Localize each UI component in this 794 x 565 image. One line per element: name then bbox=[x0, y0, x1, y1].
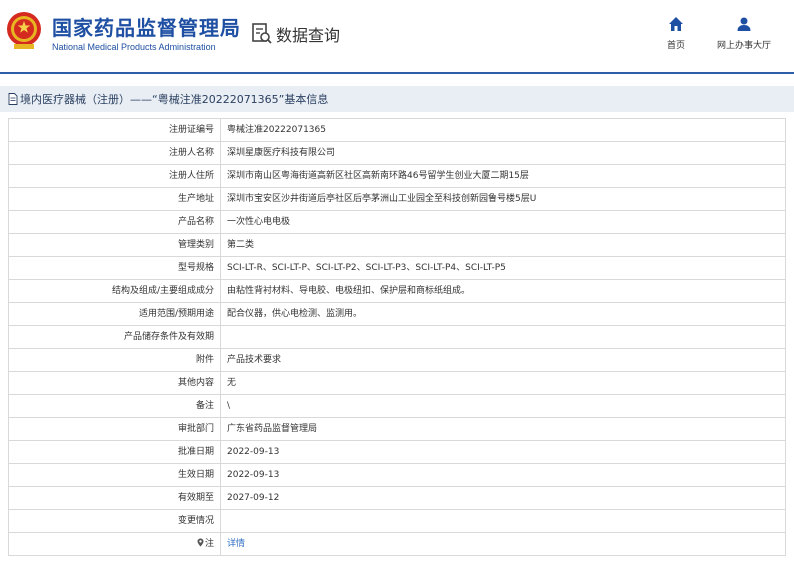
registration-info-table: 注册证编号 粤械注准20222071365 注册人名称 深圳星康医疗科技有限公司 注册人… bbox=[8, 118, 786, 556]
table-row: 生产地址 深圳市宝安区沙井街道后亭社区后亭茅洲山工业园全至科技创新园鲁号楼5层U bbox=[8, 187, 786, 211]
field-label: 批准日期 bbox=[8, 440, 221, 464]
field-value bbox=[220, 325, 786, 349]
pin-icon bbox=[197, 538, 204, 547]
field-value: 由粘性背衬材料、导电胶、电极纽扣、保护层和商标纸组成。 bbox=[220, 279, 786, 303]
field-label: 注册人住所 bbox=[8, 164, 221, 188]
nav-home[interactable]: 首页 bbox=[656, 16, 696, 51]
field-value: 配合仪器，供心电检测、监测用。 bbox=[220, 302, 786, 326]
field-value: 广东省药品监督管理局 bbox=[220, 417, 786, 441]
field-value: 产品技术要求 bbox=[220, 348, 786, 372]
field-label: 生效日期 bbox=[8, 463, 221, 487]
field-value: 第二类 bbox=[220, 233, 786, 257]
note-label-cell: 注 bbox=[8, 532, 221, 556]
org-name-en: National Medical Products Administration bbox=[52, 42, 216, 52]
field-label: 型号规格 bbox=[8, 256, 221, 280]
table-row: 产品名称 一次性心电电极 bbox=[8, 210, 786, 234]
nav-home-label: 首页 bbox=[666, 41, 685, 51]
data-query-button[interactable]: 数据查询 bbox=[251, 21, 340, 47]
field-label: 附件 bbox=[8, 348, 221, 372]
table-row: 批准日期 2022-09-13 bbox=[8, 440, 786, 464]
table-row: 注册人住所 深圳市南山区粤海街道高新区社区高新南环路46号留学生创业大厦二期15层 bbox=[8, 164, 786, 188]
field-value: 无 bbox=[220, 371, 786, 395]
field-value: 粤械注准20222071365 bbox=[220, 118, 786, 142]
record-title: 境内医疗器械（注册）——“粤械注准20222071365”基本信息 bbox=[20, 93, 329, 106]
national-emblem-icon bbox=[7, 12, 41, 49]
table-row: 注册人名称 深圳星康医疗科技有限公司 bbox=[8, 141, 786, 165]
home-icon bbox=[669, 17, 683, 31]
field-value: 深圳市宝安区沙井街道后亭社区后亭茅洲山工业园全至科技创新园鲁号楼5层U bbox=[220, 187, 786, 211]
table-row: 管理类别 第二类 bbox=[8, 233, 786, 257]
site-header: 国家药品监督管理局 National Medical Products Admi… bbox=[0, 0, 794, 72]
detail-link[interactable]: 详情 bbox=[227, 539, 245, 549]
field-label: 结构及组成/主要组成成分 bbox=[8, 279, 221, 303]
note-label: 注 bbox=[204, 539, 214, 549]
field-value: \ bbox=[220, 394, 786, 418]
field-value: 2022-09-13 bbox=[220, 463, 786, 487]
record-title-bar: 境内医疗器械（注册）——“粤械注准20222071365”基本信息 bbox=[0, 86, 794, 112]
field-label: 管理类别 bbox=[8, 233, 221, 257]
document-icon bbox=[8, 93, 18, 105]
header-divider bbox=[0, 72, 794, 74]
field-label: 备注 bbox=[8, 394, 221, 418]
field-label: 产品储存条件及有效期 bbox=[8, 325, 221, 349]
table-row: 结构及组成/主要组成成分 由粘性背衬材料、导电胶、电极纽扣、保护层和商标纸组成。 bbox=[8, 279, 786, 303]
table-row: 型号规格 SCI-LT-R、SCI-LT-P、SCI-LT-P2、SCI-LT-P… bbox=[8, 256, 786, 280]
field-label: 产品名称 bbox=[8, 210, 221, 234]
note-value-cell: 详情 bbox=[220, 532, 786, 556]
field-value: 深圳星康医疗科技有限公司 bbox=[220, 141, 786, 165]
table-row: 产品储存条件及有效期 bbox=[8, 325, 786, 349]
field-value: SCI-LT-R、SCI-LT-P、SCI-LT-P2、SCI-LT-P3、SC… bbox=[220, 256, 786, 280]
table-row: 注册证编号 粤械注准20222071365 bbox=[8, 118, 786, 142]
field-label: 其他内容 bbox=[8, 371, 221, 395]
field-label: 适用范围/预期用途 bbox=[8, 302, 221, 326]
table-row: 审批部门 广东省药品监督管理局 bbox=[8, 417, 786, 441]
table-row: 变更情况 bbox=[8, 509, 786, 533]
field-label: 审批部门 bbox=[8, 417, 221, 441]
table-row: 备注 \ bbox=[8, 394, 786, 418]
table-row: 适用范围/预期用途 配合仪器，供心电检测、监测用。 bbox=[8, 302, 786, 326]
field-value: 2027-09-12 bbox=[220, 486, 786, 510]
field-value: 深圳市南山区粤海街道高新区社区高新南环路46号留学生创业大厦二期15层 bbox=[220, 164, 786, 188]
field-label: 注册证编号 bbox=[8, 118, 221, 142]
document-search-icon bbox=[252, 23, 272, 44]
table-row: 其他内容无 bbox=[8, 371, 786, 395]
field-value: 一次性心电电极 bbox=[220, 210, 786, 234]
field-label: 有效期至 bbox=[8, 486, 221, 510]
field-label: 变更情况 bbox=[8, 509, 221, 533]
table-row: 注 详情 bbox=[8, 532, 786, 556]
table-row: 有效期至 2027-09-12 bbox=[8, 486, 786, 510]
table-row: 生效日期 2022-09-13 bbox=[8, 463, 786, 487]
user-icon bbox=[737, 17, 751, 31]
nav-online-service-hall[interactable]: 网上办事大厅 bbox=[707, 16, 781, 51]
table-row: 附件 产品技术要求 bbox=[8, 348, 786, 372]
data-query-label: 数据查询 bbox=[276, 26, 341, 45]
field-value: 2022-09-13 bbox=[220, 440, 786, 464]
field-label: 生产地址 bbox=[8, 187, 221, 211]
nav-online-service-hall-label: 网上办事大厅 bbox=[716, 41, 771, 51]
field-value bbox=[220, 509, 786, 533]
field-label: 注册人名称 bbox=[8, 141, 221, 165]
org-name-cn: 国家药品监督管理局 bbox=[52, 16, 241, 40]
